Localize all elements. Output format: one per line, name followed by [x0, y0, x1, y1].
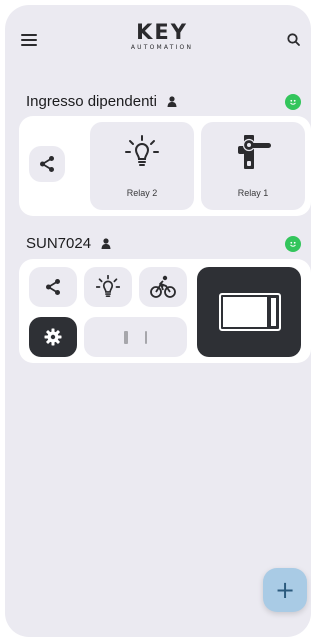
share-button[interactable]	[29, 267, 77, 307]
relay-1-label: Relay 1	[237, 188, 269, 198]
light-button[interactable]	[84, 267, 132, 307]
device-card-ingresso: Relay 2 Relay 1	[19, 116, 311, 216]
share-button[interactable]	[29, 146, 65, 182]
door-handle-icon	[238, 135, 271, 169]
sliding-gate-button[interactable]	[197, 267, 301, 357]
group-title: Ingresso dipendenti	[26, 93, 177, 110]
share-icon	[46, 279, 60, 295]
relay-2-button[interactable]: Relay 2	[90, 122, 194, 210]
gear-icon	[44, 328, 62, 346]
sliding-gate-icon	[219, 293, 281, 331]
plus-icon: +	[274, 576, 296, 604]
cyclist-icon	[150, 275, 176, 298]
logo-sub-text: AUTOMATION	[130, 44, 194, 51]
pedestrian-mode-button[interactable]	[139, 267, 187, 307]
light-bulb-icon	[125, 135, 159, 166]
online-status-icon	[285, 94, 301, 110]
search-icon[interactable]	[285, 31, 303, 49]
group-header-sun7024: SUN7024	[5, 233, 311, 257]
person-icon	[167, 96, 177, 107]
settings-button[interactable]	[29, 317, 77, 357]
app-screen: KEY AUTOMATION Ingresso dipendenti Relay…	[5, 5, 311, 637]
gate-position-indicator[interactable]	[84, 317, 187, 357]
group-title: SUN7024	[26, 235, 111, 252]
relay-2-label: Relay 2	[126, 188, 158, 198]
online-status-icon	[285, 236, 301, 252]
group-title-text: Ingresso dipendenti	[26, 93, 157, 110]
light-bulb-icon	[96, 275, 120, 298]
share-icon	[40, 156, 54, 172]
logo-main-text: KEY	[136, 20, 188, 44]
hamburger-menu-icon[interactable]	[21, 34, 37, 46]
key-automation-logo: KEY AUTOMATION	[123, 21, 201, 52]
group-title-text: SUN7024	[26, 235, 92, 252]
person-icon	[101, 238, 111, 249]
app-header: KEY AUTOMATION	[5, 5, 311, 75]
group-header-ingresso: Ingresso dipendenti	[5, 91, 311, 115]
relay-1-button[interactable]: Relay 1	[201, 122, 305, 210]
gate-position-icon	[124, 331, 147, 344]
device-card-sun7024	[19, 259, 311, 363]
add-device-button[interactable]: +	[263, 568, 307, 612]
